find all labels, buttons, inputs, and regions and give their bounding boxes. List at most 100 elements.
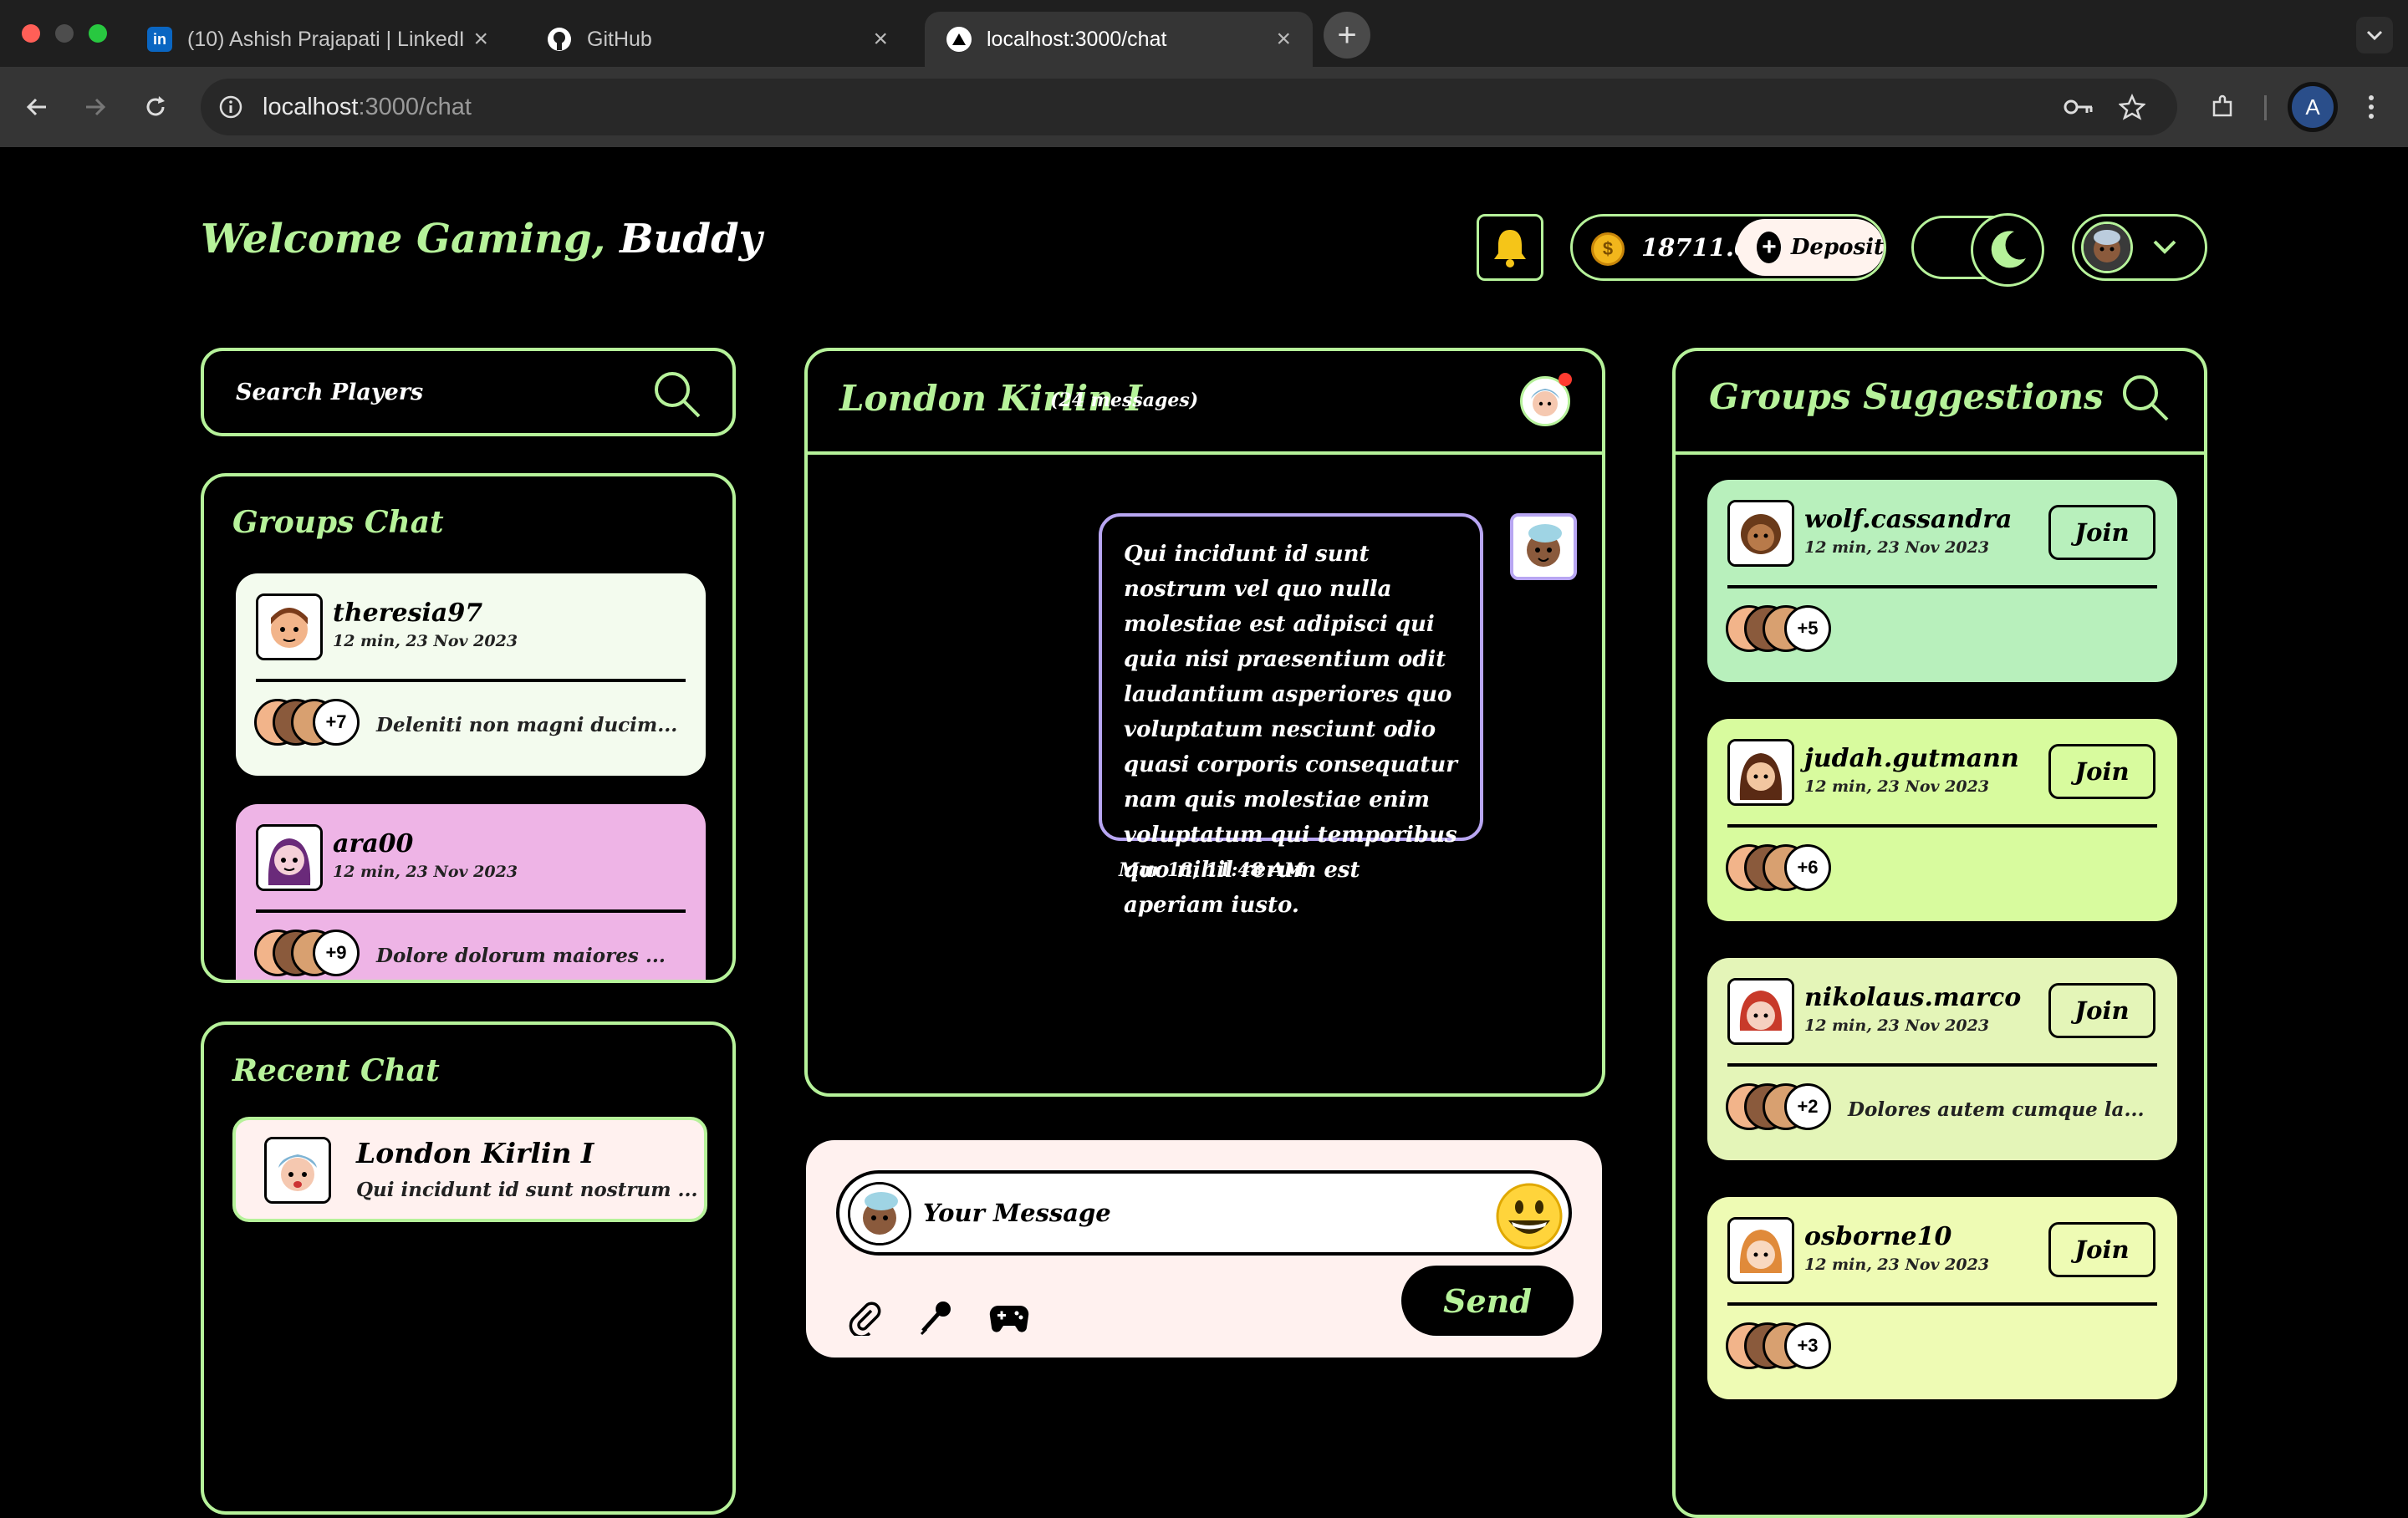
app-root: Welcome Gaming, Buddy $ 18711.00 + Depos…: [0, 147, 2408, 1518]
arrow-right-icon: [86, 98, 106, 116]
send-button[interactable]: Send: [1401, 1266, 1574, 1336]
tab-github[interactable]: GitHub ×: [525, 12, 910, 67]
browser-toolbar: localhost:3000/chat A: [0, 67, 2408, 147]
more-members-count: +6: [1784, 844, 1831, 891]
search-players-box[interactable]: Search Players: [201, 348, 736, 436]
group-last-message: Dolore dolorum maiores ...: [376, 945, 666, 967]
plus-icon: +: [1757, 232, 1781, 263]
github-icon: [547, 27, 572, 52]
groups-suggestions-panel: Groups Suggestions wolf.cassandra 12 min…: [1672, 348, 2207, 1518]
arrow-left-icon: [26, 98, 46, 116]
more-members-count: +7: [313, 699, 360, 746]
divider: [256, 909, 686, 913]
recent-chat-item[interactable]: London Kirlin I Qui incidunt id sunt nos…: [232, 1117, 707, 1222]
gamepad-icon[interactable]: [988, 1299, 1030, 1336]
group-avatar: [1727, 500, 1794, 567]
divider: [1727, 824, 2157, 828]
theme-toggle[interactable]: [1911, 213, 2044, 287]
chevron-down-icon: [2153, 240, 2176, 254]
group-name: theresia97: [333, 599, 483, 628]
chevron-down-icon: [2366, 30, 2383, 41]
suggested-group-card: osborne10 12 min, 23 Nov 2023 Join +3: [1707, 1197, 2177, 1399]
join-button[interactable]: Join: [2048, 744, 2155, 799]
tab-localhost-chat[interactable]: localhost:3000/chat ×: [925, 12, 1313, 67]
close-tab-icon[interactable]: ×: [873, 25, 888, 53]
divider: [1727, 1302, 2157, 1306]
group-time: 12 min, 23 Nov 2023: [1804, 777, 1990, 796]
group-card[interactable]: theresia97 12 min, 23 Nov 2023 +7 Deleni…: [236, 573, 706, 776]
search-icon[interactable]: [650, 368, 702, 420]
address-bar[interactable]: localhost:3000/chat: [201, 79, 2177, 135]
minimize-window-icon[interactable]: [55, 24, 74, 43]
nextjs-icon: [946, 27, 972, 52]
extensions-button[interactable]: [2202, 87, 2242, 127]
close-window-icon[interactable]: [22, 24, 40, 43]
group-time: 12 min, 23 Nov 2023: [1804, 1256, 1990, 1274]
recent-chat-title: Recent Chat: [232, 1053, 440, 1088]
browser-menu-button[interactable]: [2351, 87, 2391, 127]
deposit-button[interactable]: + Deposit: [1737, 219, 1884, 276]
maximize-window-icon[interactable]: [89, 24, 107, 43]
group-avatar: [256, 824, 323, 891]
new-tab-button[interactable]: +: [1324, 12, 1370, 59]
group-name: wolf.cassandra: [1804, 505, 2013, 534]
group-time: 12 min, 23 Nov 2023: [333, 863, 518, 881]
groups-chat-panel: Groups Chat theresia97 12 min, 23 Nov 20…: [201, 473, 736, 983]
notifications-button[interactable]: [1477, 214, 1543, 281]
bookmark-star-icon[interactable]: [2117, 92, 2147, 122]
more-members-count: +3: [1784, 1322, 1831, 1369]
browser-tab-bar: in (10) Ashish Prajapati | LinkedIn × Gi…: [0, 0, 2408, 67]
join-button[interactable]: Join: [2048, 1222, 2155, 1277]
message-input[interactable]: Your Message: [836, 1170, 1572, 1256]
attachment-icon[interactable]: [846, 1299, 883, 1336]
kebab-menu-icon: [2369, 95, 2374, 119]
chat-window: London Kirlin I (24 messages) Qui incidu…: [804, 348, 1605, 1097]
moon-icon: [1971, 213, 2044, 287]
divider: [1727, 585, 2157, 588]
reload-button[interactable]: [135, 87, 176, 127]
tab-search-button[interactable]: [2356, 17, 2393, 53]
group-name: nikolaus.marco: [1804, 983, 2022, 1012]
divider: [256, 679, 686, 682]
join-button[interactable]: Join: [2048, 983, 2155, 1038]
group-time: 12 min, 23 Nov 2023: [1804, 1016, 1990, 1035]
reload-icon: [146, 96, 165, 116]
close-tab-icon[interactable]: ×: [473, 25, 488, 53]
group-card[interactable]: ara00 12 min, 23 Nov 2023 +9 Dolore dolo…: [236, 804, 706, 980]
search-input[interactable]: Search Players: [236, 380, 423, 405]
search-icon[interactable]: [2119, 371, 2172, 425]
password-key-icon[interactable]: [2064, 92, 2094, 122]
back-button[interactable]: [17, 87, 57, 127]
linkedin-icon: in: [147, 27, 172, 52]
suggested-group-card: wolf.cassandra 12 min, 23 Nov 2023 Join …: [1707, 480, 2177, 682]
more-members-count: +9: [313, 930, 360, 976]
online-status-dot: [1559, 373, 1572, 386]
message-composer: Your Message Send: [806, 1140, 1602, 1358]
tab-linkedin[interactable]: in (10) Ashish Prajapati | LinkedIn ×: [125, 12, 510, 67]
coin-icon: $: [1591, 232, 1625, 266]
recent-chat-panel: Recent Chat London Kirlin I Qui incidunt…: [201, 1021, 736, 1515]
profile-avatar-button[interactable]: A: [2288, 82, 2338, 132]
contact-name: London Kirlin I: [356, 1137, 594, 1169]
group-avatar: [1727, 739, 1794, 806]
group-avatar: [1727, 1217, 1794, 1284]
group-time: 12 min, 23 Nov 2023: [333, 632, 518, 650]
site-info-icon[interactable]: [216, 92, 246, 122]
join-button[interactable]: Join: [2048, 505, 2155, 560]
emoji-icon[interactable]: [1493, 1180, 1565, 1252]
group-last-message: Deleniti non magni ducim...: [376, 714, 678, 736]
chat-message-count: (24 messages): [1050, 390, 1199, 411]
contact-avatar: [264, 1137, 331, 1204]
forward-button[interactable]: [75, 87, 115, 127]
contact-last-message: Qui incidunt id sunt nostrum ...: [356, 1179, 698, 1201]
message-sender-avatar: [1510, 513, 1577, 580]
microphone-icon[interactable]: [918, 1299, 955, 1336]
url-text: localhost:3000/chat: [263, 94, 472, 120]
close-tab-icon[interactable]: ×: [1276, 25, 1291, 53]
divider: [1676, 451, 2204, 455]
wallet-widget: $ 18711.00 + Deposit: [1570, 214, 1886, 281]
group-last-message: Dolores autem cumque la...: [1848, 1098, 2145, 1121]
divider: [1727, 1063, 2157, 1067]
user-menu-button[interactable]: [2072, 214, 2207, 281]
chat-header: London Kirlin I (24 messages): [808, 351, 1602, 455]
